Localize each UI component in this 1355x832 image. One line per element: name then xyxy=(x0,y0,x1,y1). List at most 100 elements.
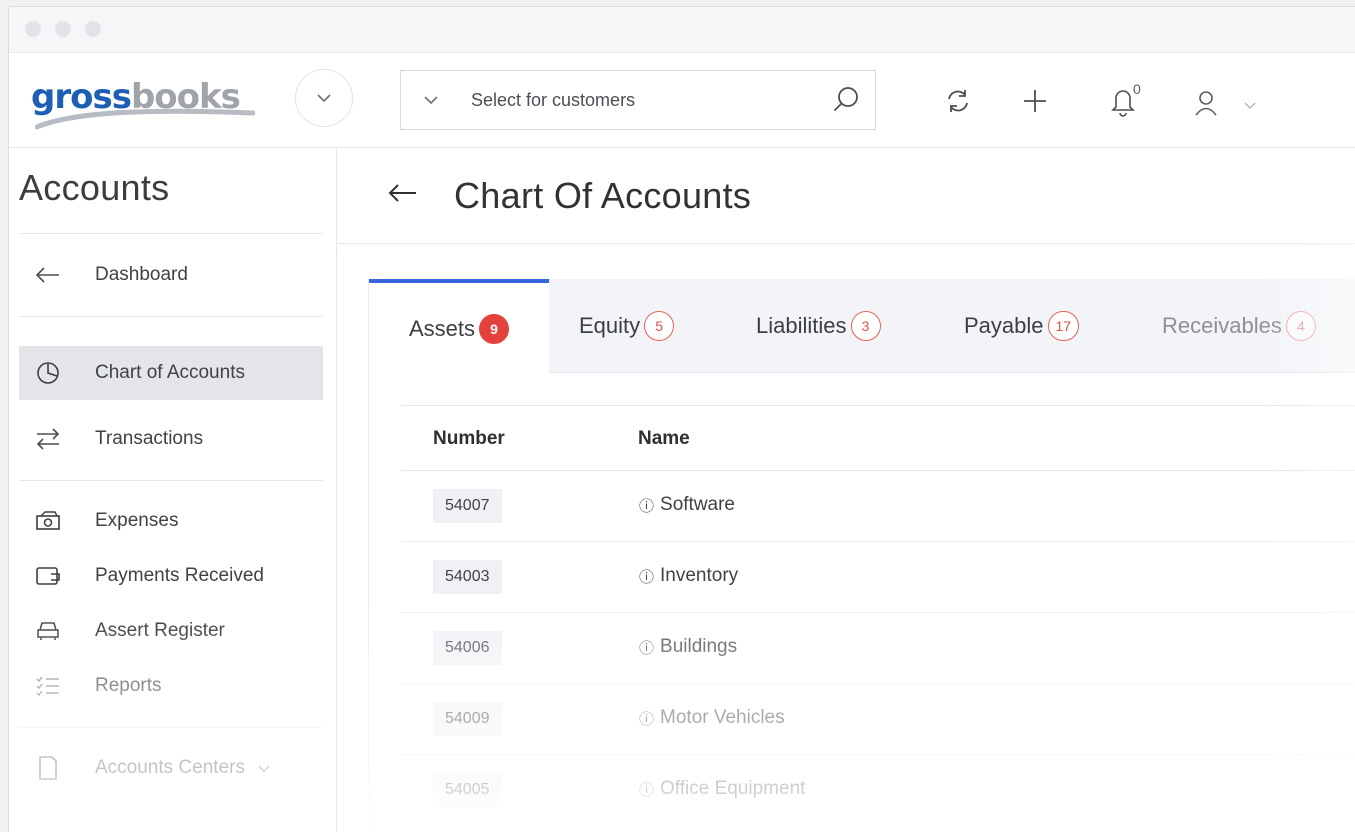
sidebar-divider xyxy=(19,316,323,317)
account-name: ⓘ Inventory xyxy=(639,565,738,587)
table-row[interactable]: 54009 ⓘ Motor Vehicles xyxy=(401,684,1355,755)
account-name-text: Software xyxy=(660,494,735,515)
customer-search-box[interactable] xyxy=(400,70,876,130)
account-name: ⓘ Software xyxy=(639,494,735,516)
tab-count-badge: 9 xyxy=(479,313,510,344)
sidebar-item-accounts-centers[interactable]: Accounts Centers xyxy=(19,741,323,795)
account-type-tabs: Assets 9 Equity 5 Liabilities 3 Payable … xyxy=(369,279,1355,374)
refresh-icon[interactable] xyxy=(943,86,973,116)
checklist-icon xyxy=(36,676,59,697)
window-titlebar xyxy=(9,7,1355,53)
sidebar-item-transactions[interactable]: Transactions xyxy=(19,412,323,466)
window-close-dot[interactable] xyxy=(25,21,41,37)
transfer-icon xyxy=(36,428,60,450)
tab-label: Equity xyxy=(579,313,641,338)
main-content: Chart Of Accounts Assets 9 Equity 5 Liab… xyxy=(338,149,1355,832)
account-name-text: Buildings xyxy=(660,636,738,657)
account-name-text: Motor Vehicles xyxy=(660,707,785,728)
top-header: grossbooks Select for customers 0 xyxy=(9,53,1355,148)
account-name: ⓘ Office Equipment xyxy=(639,778,805,800)
tab-payable[interactable]: Payable 17 xyxy=(964,279,1080,373)
sidebar-item-dashboard[interactable]: Dashboard xyxy=(19,248,323,302)
app-logo[interactable]: grossbooks xyxy=(31,75,271,135)
tab-equity[interactable]: Equity 5 xyxy=(579,279,675,373)
sidebar-title: Accounts xyxy=(19,167,170,208)
account-number: 54006 xyxy=(433,631,502,665)
account-number: 54005 xyxy=(433,773,502,807)
info-icon: ⓘ xyxy=(639,710,655,728)
sidebar-item-label: Expenses xyxy=(95,510,179,531)
sidebar-item-label: Assert Register xyxy=(95,620,225,641)
tab-label: Assets xyxy=(408,315,476,341)
sidebar-item-reports[interactable]: Reports xyxy=(19,659,323,713)
tab-count-badge: 17 xyxy=(1047,311,1080,341)
info-icon: ⓘ xyxy=(639,639,655,657)
cash-icon xyxy=(36,511,60,530)
account-number: 54009 xyxy=(433,702,502,736)
table-row[interactable]: 54007 ⓘ Software xyxy=(401,471,1355,542)
sidebar-item-chart-of-accounts[interactable]: Chart of Accounts xyxy=(19,346,323,400)
chevron-down-icon xyxy=(317,94,331,103)
arrow-left-icon xyxy=(35,267,59,283)
info-icon: ⓘ xyxy=(639,781,655,799)
sidebar-item-label: Reports xyxy=(95,675,162,696)
account-name: ⓘ Motor Vehicles xyxy=(639,707,785,729)
tab-assets[interactable]: Assets 9 xyxy=(369,279,549,374)
sidebar-item-label: Chart of Accounts xyxy=(95,362,245,383)
pie-chart-icon xyxy=(37,362,59,384)
car-icon xyxy=(37,622,59,640)
sidebar-item-expenses[interactable]: Expenses xyxy=(19,494,323,548)
sidebar-divider xyxy=(19,480,323,481)
sidebar-item-label: Dashboard xyxy=(95,264,188,285)
document-icon xyxy=(39,756,57,780)
table-row[interactable]: 54003 ⓘ Inventory xyxy=(401,542,1355,613)
chevron-down-icon[interactable] xyxy=(1243,101,1257,110)
sidebar: Accounts Dashboard Chart of Accounts Tra… xyxy=(9,149,337,832)
account-name-text: Office Equipment xyxy=(660,778,806,799)
logo-swoosh-icon xyxy=(35,108,255,130)
table-row[interactable]: 54005 ⓘ Office Equipment xyxy=(401,755,1355,826)
account-name-text: Inventory xyxy=(660,565,739,586)
sidebar-divider xyxy=(19,233,323,234)
search-input[interactable] xyxy=(471,86,811,114)
tab-label: Liabilities xyxy=(756,313,847,338)
search-icon[interactable] xyxy=(831,85,861,115)
sidebar-item-label: Accounts Centers xyxy=(95,757,245,778)
accounts-table: Number Name 54007 ⓘ Software 54003 ⓘ Inven… xyxy=(401,405,1355,826)
tab-label: Payable xyxy=(964,313,1044,338)
info-icon: ⓘ xyxy=(639,568,655,586)
page-title: Chart Of Accounts xyxy=(454,175,752,216)
tab-label: Receivables xyxy=(1162,313,1282,338)
page-header: Chart Of Accounts xyxy=(338,149,1355,244)
column-header-number[interactable]: Number xyxy=(433,428,505,450)
table-row[interactable]: 54006 ⓘ Buildings xyxy=(401,613,1355,684)
sidebar-item-label: Transactions xyxy=(95,428,204,449)
app-window: grossbooks Select for customers 0 Accoun… xyxy=(8,6,1355,832)
sidebar-divider xyxy=(19,727,323,728)
table-header: Number Name xyxy=(401,405,1355,471)
sidebar-item-payments-received[interactable]: Payments Received xyxy=(19,549,323,603)
workspace-dropdown-button[interactable] xyxy=(295,69,353,127)
account-name: ⓘ Buildings xyxy=(639,636,737,658)
notification-count: 0 xyxy=(1133,81,1141,97)
window-maximize-dot[interactable] xyxy=(85,21,101,37)
tab-count-badge: 4 xyxy=(1285,311,1316,341)
sidebar-item-assert-register[interactable]: Assert Register xyxy=(19,604,323,658)
info-icon: ⓘ xyxy=(639,497,655,515)
tab-receivables[interactable]: Receivables 4 xyxy=(1162,279,1316,373)
column-header-name[interactable]: Name xyxy=(638,428,690,450)
chevron-down-icon[interactable] xyxy=(423,95,439,105)
window-minimize-dot[interactable] xyxy=(55,21,71,37)
tab-count-badge: 3 xyxy=(850,311,881,341)
wallet-icon xyxy=(36,567,60,585)
account-number: 54003 xyxy=(433,560,502,594)
tab-liabilities[interactable]: Liabilities 3 xyxy=(756,279,881,373)
account-number: 54007 xyxy=(433,489,502,523)
user-icon[interactable] xyxy=(1193,89,1219,117)
accounts-panel: Assets 9 Equity 5 Liabilities 3 Payable … xyxy=(368,279,1355,832)
back-arrow-icon[interactable] xyxy=(388,183,418,203)
add-icon[interactable] xyxy=(1021,87,1049,115)
chevron-down-icon[interactable] xyxy=(257,764,271,773)
tab-count-badge: 5 xyxy=(644,311,675,341)
sidebar-item-label: Payments Received xyxy=(95,565,264,586)
